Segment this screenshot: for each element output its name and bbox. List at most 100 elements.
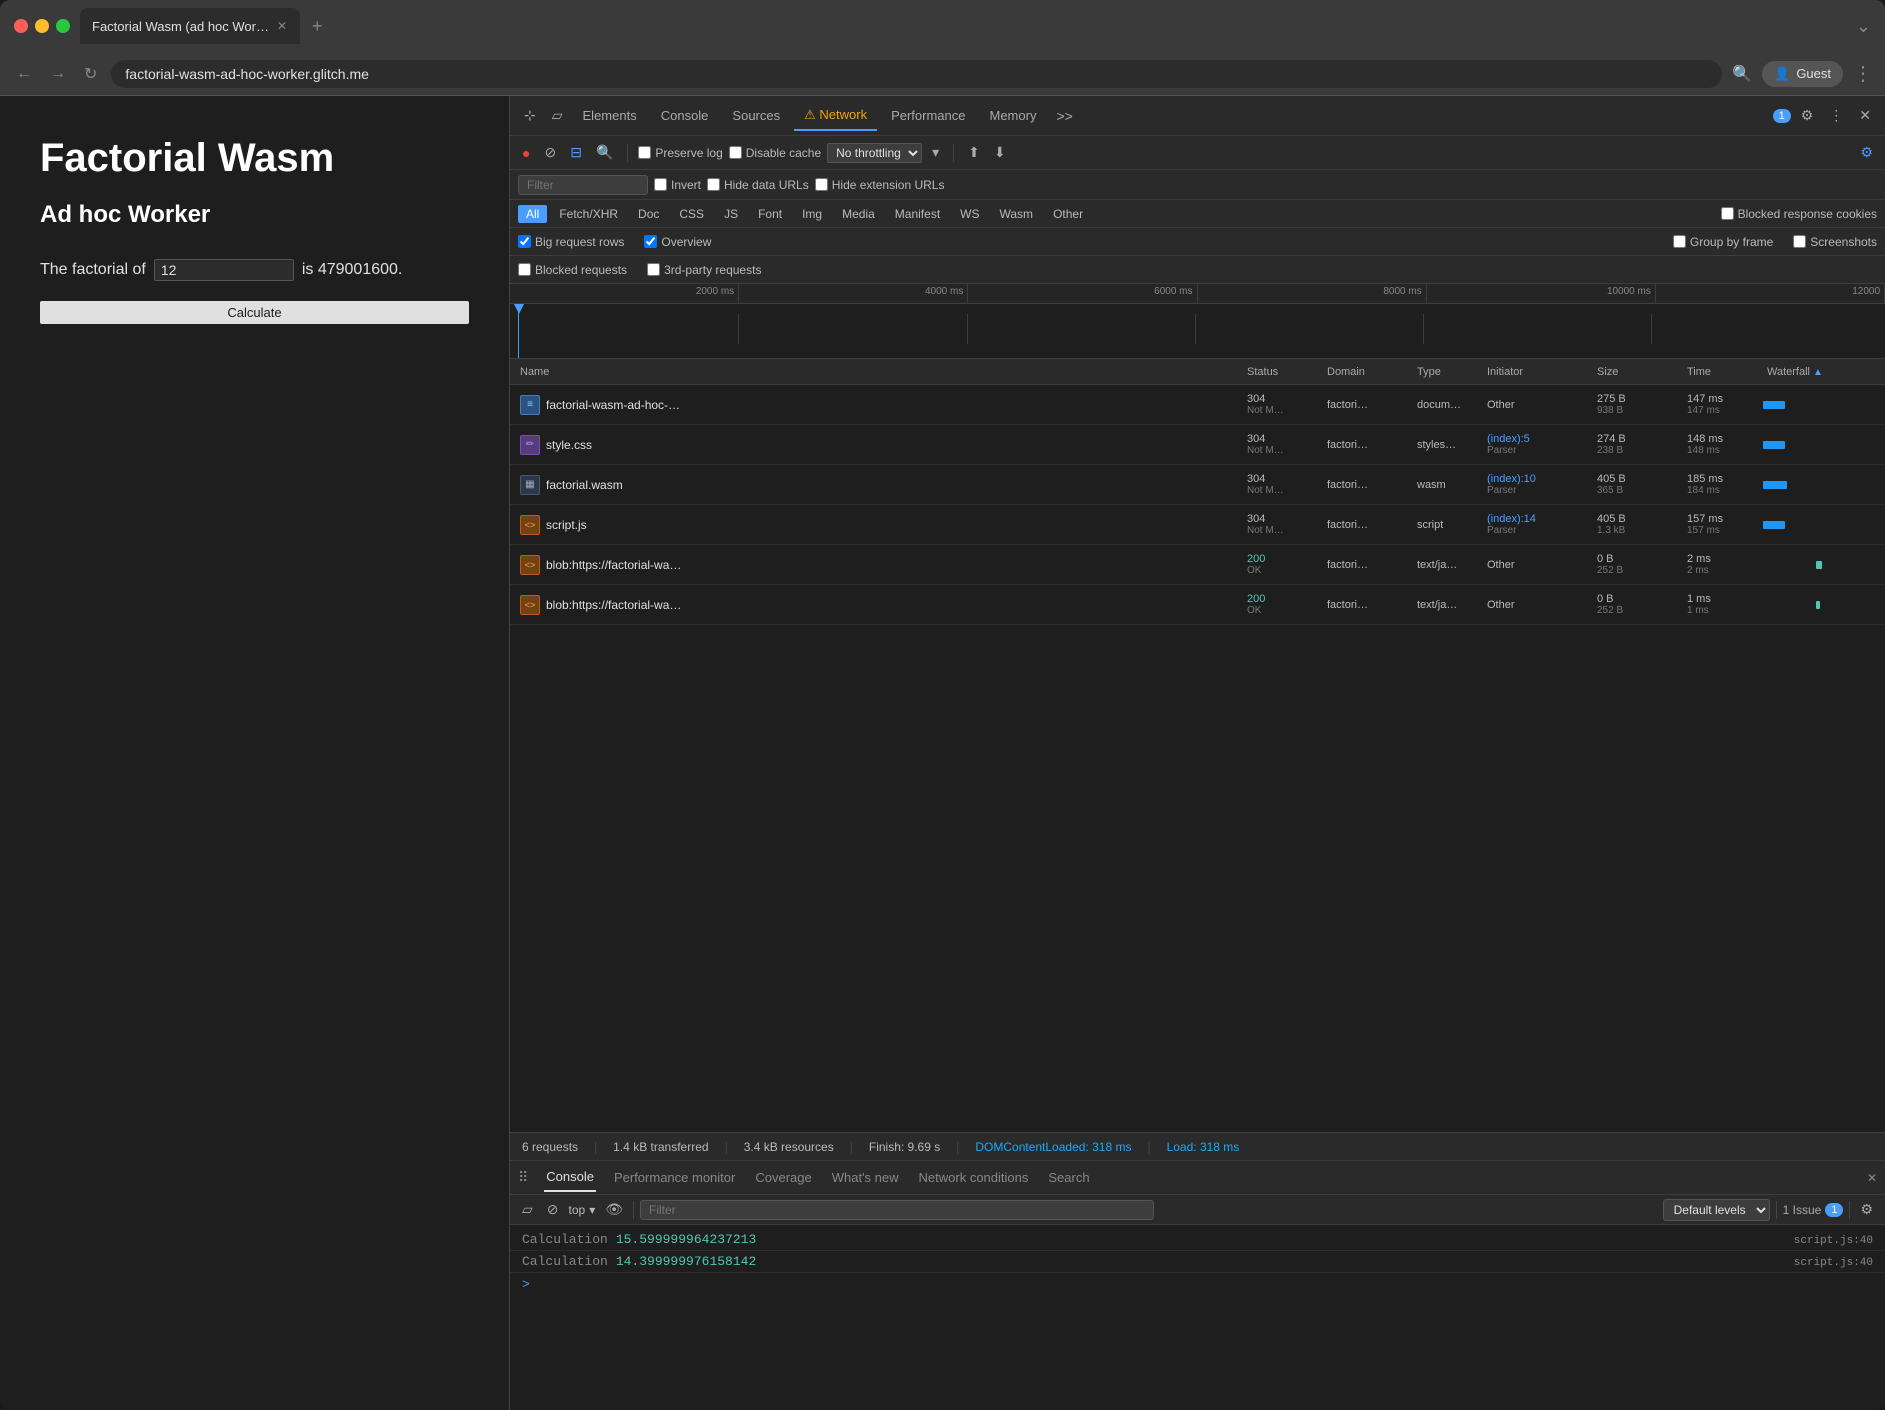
blocked-cookies-checkbox[interactable] [1721,207,1734,220]
hide-extension-urls-label[interactable]: Hide extension URLs [815,178,945,192]
filter-tab-css[interactable]: CSS [671,205,712,223]
factorial-input[interactable] [154,259,294,281]
third-party-label[interactable]: 3rd-party requests [647,263,761,277]
issues-badge[interactable]: 1 [1773,109,1791,123]
tab-sources[interactable]: Sources [722,102,790,129]
menu-icon[interactable]: ⋮ [1853,61,1873,86]
console-filter-input[interactable] [640,1200,1154,1220]
th-status[interactable]: Status [1241,366,1321,378]
preserve-log-checkbox-label[interactable]: Preserve log [638,146,722,160]
address-bar[interactable]: factorial-wasm-ad-hoc-worker.glitch.me [111,60,1722,88]
table-row[interactable]: <> blob:https://factorial-wa… 200OK fact… [510,585,1885,625]
console-settings-icon[interactable]: ⚙ [1856,1199,1877,1220]
console-close-button[interactable]: ✕ [1867,1171,1877,1185]
throttle-select[interactable]: No throttling [827,143,922,163]
console-levels-select[interactable]: Default levels [1663,1199,1770,1221]
th-time[interactable]: Time [1681,366,1761,378]
console-tab-whats-new[interactable]: What's new [830,1164,901,1191]
invert-checkbox-label[interactable]: Invert [654,178,701,192]
group-by-frame-checkbox[interactable] [1673,235,1686,248]
big-rows-label[interactable]: Big request rows [518,235,624,249]
console-tab-search[interactable]: Search [1046,1164,1091,1191]
table-row[interactable]: ≡ factorial-wasm-ad-hoc-… 304Not M… fact… [510,385,1885,425]
th-size[interactable]: Size [1591,366,1681,378]
close-devtools-icon[interactable]: ✕ [1853,103,1877,128]
blocked-cookies-label[interactable]: Blocked response cookies [1721,207,1877,221]
th-type[interactable]: Type [1411,366,1481,378]
tab-network[interactable]: ⚠ Network [794,101,877,131]
console-eye-icon[interactable]: 👁 [601,1199,627,1220]
tab-elements[interactable]: Elements [573,102,647,129]
filter-input[interactable] [518,175,648,195]
settings-icon[interactable]: ⚙ [1795,103,1820,128]
filter-tab-other[interactable]: Other [1045,205,1091,223]
settings-gear-icon[interactable]: ⚙ [1856,142,1877,163]
throttle-down-icon[interactable]: ▾ [928,142,943,163]
table-row[interactable]: <> blob:https://factorial-wa… 200OK fact… [510,545,1885,585]
th-domain[interactable]: Domain [1321,366,1411,378]
guest-button[interactable]: 👤 Guest [1762,61,1843,87]
console-clear-icon[interactable]: ⊘ [543,1199,563,1220]
th-waterfall[interactable]: Waterfall ▲ [1761,366,1881,378]
forward-button[interactable]: → [46,61,70,87]
export-icon[interactable]: ⬇ [990,142,1010,163]
invert-checkbox[interactable] [654,178,667,191]
chevron-down-icon[interactable]: ⌄ [1856,16,1871,37]
filter-tab-all[interactable]: All [518,205,547,223]
console-tab-perf[interactable]: Performance monitor [612,1164,737,1191]
console-handle-icon[interactable]: ⠿ [518,1169,528,1186]
disable-cache-checkbox[interactable] [729,146,742,159]
filter-tab-fetchxhr[interactable]: Fetch/XHR [551,205,626,223]
minimize-traffic-light[interactable] [35,19,49,33]
third-party-checkbox[interactable] [647,263,660,276]
filter-tab-manifest[interactable]: Manifest [887,205,948,223]
import-icon[interactable]: ⬆ [964,142,984,163]
calculate-button[interactable]: Calculate [40,301,469,324]
back-button[interactable]: ← [12,61,36,87]
console-tab-network-conditions[interactable]: Network conditions [917,1164,1031,1191]
record-button[interactable]: ● [518,143,534,163]
filter-tab-doc[interactable]: Doc [630,205,667,223]
th-name[interactable]: Name [514,366,1241,378]
big-rows-checkbox[interactable] [518,235,531,248]
group-by-frame-label[interactable]: Group by frame [1673,235,1773,249]
more-tabs-icon[interactable]: >> [1050,104,1078,128]
devtools-device-icon[interactable]: ▱ [546,103,569,128]
screenshots-label[interactable]: Screenshots [1793,235,1877,249]
blocked-requests-label[interactable]: Blocked requests [518,263,627,277]
blocked-requests-checkbox[interactable] [518,263,531,276]
console-module-icon[interactable]: ▱ [518,1199,537,1220]
table-row[interactable]: ▦ factorial.wasm 304Not M… factori… wasm… [510,465,1885,505]
th-initiator[interactable]: Initiator [1481,366,1591,378]
tab-console[interactable]: Console [651,102,719,129]
reload-button[interactable]: ↻ [80,60,101,88]
console-tab-coverage[interactable]: Coverage [753,1164,813,1191]
filter-tab-js[interactable]: JS [716,205,746,223]
filter-tab-img[interactable]: Img [794,205,830,223]
screenshots-checkbox[interactable] [1793,235,1806,248]
tab-close-icon[interactable]: ✕ [277,19,287,33]
console-link-2[interactable]: script.js:40 [1794,1257,1873,1269]
more-options-icon[interactable]: ⋮ [1823,103,1849,128]
preserve-log-checkbox[interactable] [638,146,651,159]
filter-tab-font[interactable]: Font [750,205,790,223]
table-row[interactable]: ✏ style.css 304Not M… factori… styles… (… [510,425,1885,465]
disable-cache-checkbox-label[interactable]: Disable cache [729,146,821,160]
browser-tab[interactable]: Factorial Wasm (ad hoc Wor… ✕ [80,8,300,44]
clear-button[interactable]: ⊘ [540,142,560,163]
console-context-selector[interactable]: top ▾ [569,1203,596,1217]
filter-tab-wasm[interactable]: Wasm [992,205,1042,223]
hide-extension-urls-checkbox[interactable] [815,178,828,191]
overview-label[interactable]: Overview [644,235,711,249]
devtools-pointer-icon[interactable]: ⊹ [518,103,542,128]
filter-icon[interactable]: ⊟ [566,142,586,163]
search-icon[interactable]: 🔍 [592,142,617,163]
table-row[interactable]: <> script.js 304Not M… factori… script (… [510,505,1885,545]
console-prompt[interactable]: > [510,1273,1885,1296]
console-tab-console[interactable]: Console [544,1163,596,1192]
issues-badge2[interactable]: 1 [1825,1203,1843,1217]
new-tab-button[interactable]: + [304,12,331,41]
tab-memory[interactable]: Memory [980,102,1047,129]
hide-data-urls-label[interactable]: Hide data URLs [707,178,809,192]
overview-checkbox[interactable] [644,235,657,248]
